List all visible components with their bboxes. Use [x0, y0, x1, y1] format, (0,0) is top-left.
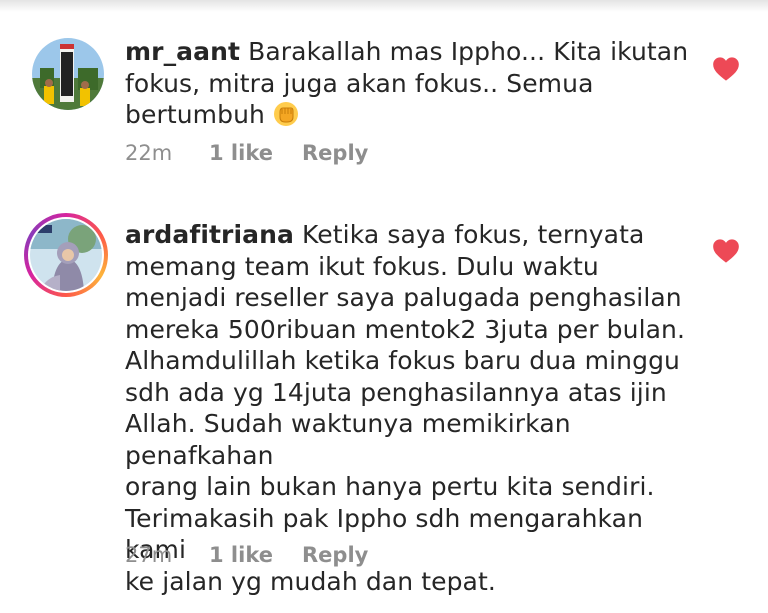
comment-text-line: menjadi reseller saya palugada penghasil…: [125, 283, 682, 312]
comment-text-line: fokus, mitra juga akan fokus.. Semua: [125, 68, 594, 98]
heart-icon[interactable]: [712, 56, 740, 82]
heart-icon[interactable]: [712, 238, 740, 264]
comment-likes[interactable]: 1 like: [209, 543, 302, 567]
comment-text-line: sdh ada yg 14juta penghasilannya atas ij…: [125, 377, 667, 407]
comment-time: 22m: [125, 141, 173, 165]
comment-text-line: Alhamdulillah ketika fokus baru dua ming…: [125, 346, 680, 375]
comment-text-line: Barakallah mas Ippho... Kita ikutan: [248, 37, 689, 66]
comment-body: ardafitriana Ketika saya fokus, ternyata…: [125, 219, 700, 597]
comment-body: mr_aant Barakallah mas Ippho... Kita iku…: [125, 36, 700, 131]
comment-username[interactable]: ardafitriana: [125, 220, 294, 249]
reply-button[interactable]: Reply: [302, 141, 368, 165]
comment-likes[interactable]: 1 like: [209, 141, 302, 165]
comment-time: 27m: [125, 543, 173, 567]
comment-meta: 22m 1 like Reply: [125, 141, 368, 165]
reply-button[interactable]: Reply: [302, 543, 368, 567]
comment-text-line: Allah. Sudah waktunya memikirkan penafka…: [125, 409, 571, 470]
comment-username[interactable]: mr_aant: [125, 37, 240, 66]
raised-fist-icon: [273, 101, 299, 127]
comment-text-line: bertumbuh: [125, 100, 265, 129]
comment-text-line: orang lain bukan hanya pertu kita sendir…: [125, 472, 655, 501]
avatar[interactable]: [30, 219, 102, 291]
top-shadow: [0, 0, 768, 12]
avatar[interactable]: [32, 38, 104, 110]
comment-text-line: Ketika saya fokus, ternyata: [302, 220, 645, 249]
comment-text-line: ke jalan yg mudah dan tepat.: [125, 566, 496, 596]
comment-text-line: memang team ikut fokus. Dulu waktu: [125, 251, 599, 281]
comment-meta: 27m 1 like Reply: [125, 543, 368, 567]
comment-text-line: mereka 500ribuan mentok2 3juta per bulan…: [125, 314, 686, 344]
